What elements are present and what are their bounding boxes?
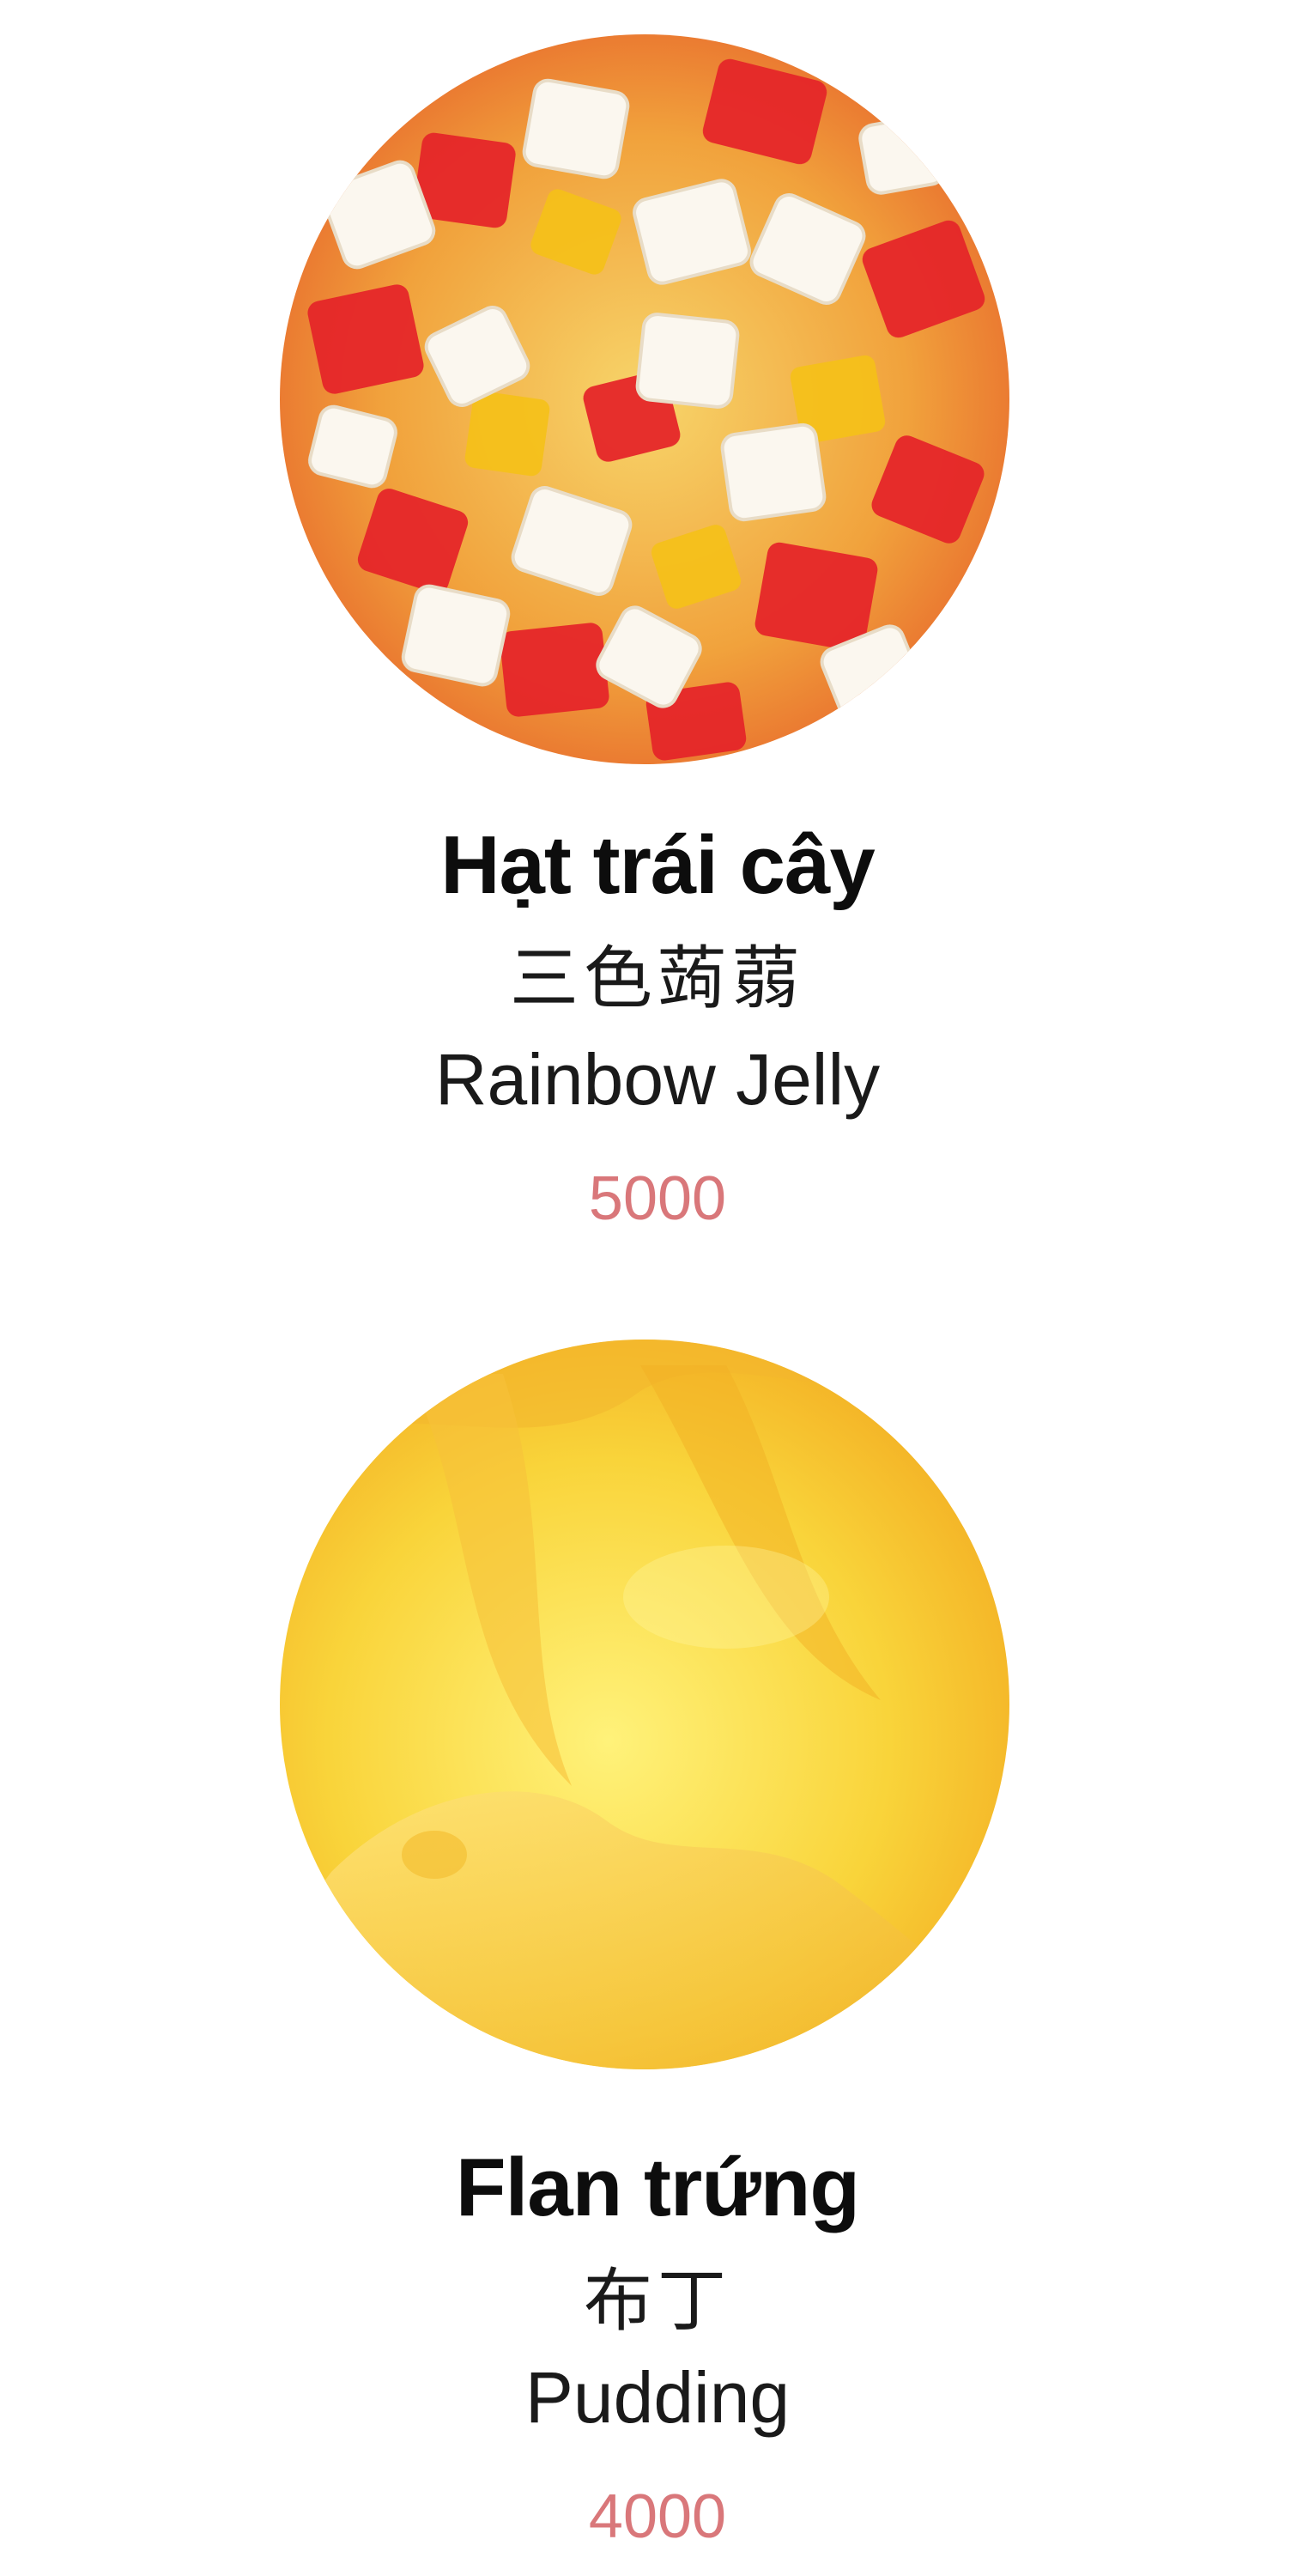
menu-item-rainbow-jelly: Hạt trái cây 三色蒟蒻 Rainbow Jelly 5000 (0, 0, 1315, 1271)
item-name-chinese: 三色蒟蒻 (510, 939, 805, 1018)
item-name-chinese: 布丁 (584, 2261, 731, 2341)
rainbow-jelly-photo (280, 34, 1009, 764)
menu-item-pudding: Flan trứng 布丁 Pudding 4000 (0, 1305, 1315, 2576)
item-price: 4000 (588, 2482, 727, 2551)
item-name-vietnamese: Hạt trái cây (440, 819, 876, 911)
item-price: 5000 (588, 1164, 727, 1233)
item-name-vietnamese: Flan trứng (455, 2142, 860, 2233)
pudding-photo (280, 1340, 1009, 2069)
item-name-english: Rainbow Jelly (434, 1039, 881, 1120)
item-name-english: Pudding (524, 2357, 791, 2438)
